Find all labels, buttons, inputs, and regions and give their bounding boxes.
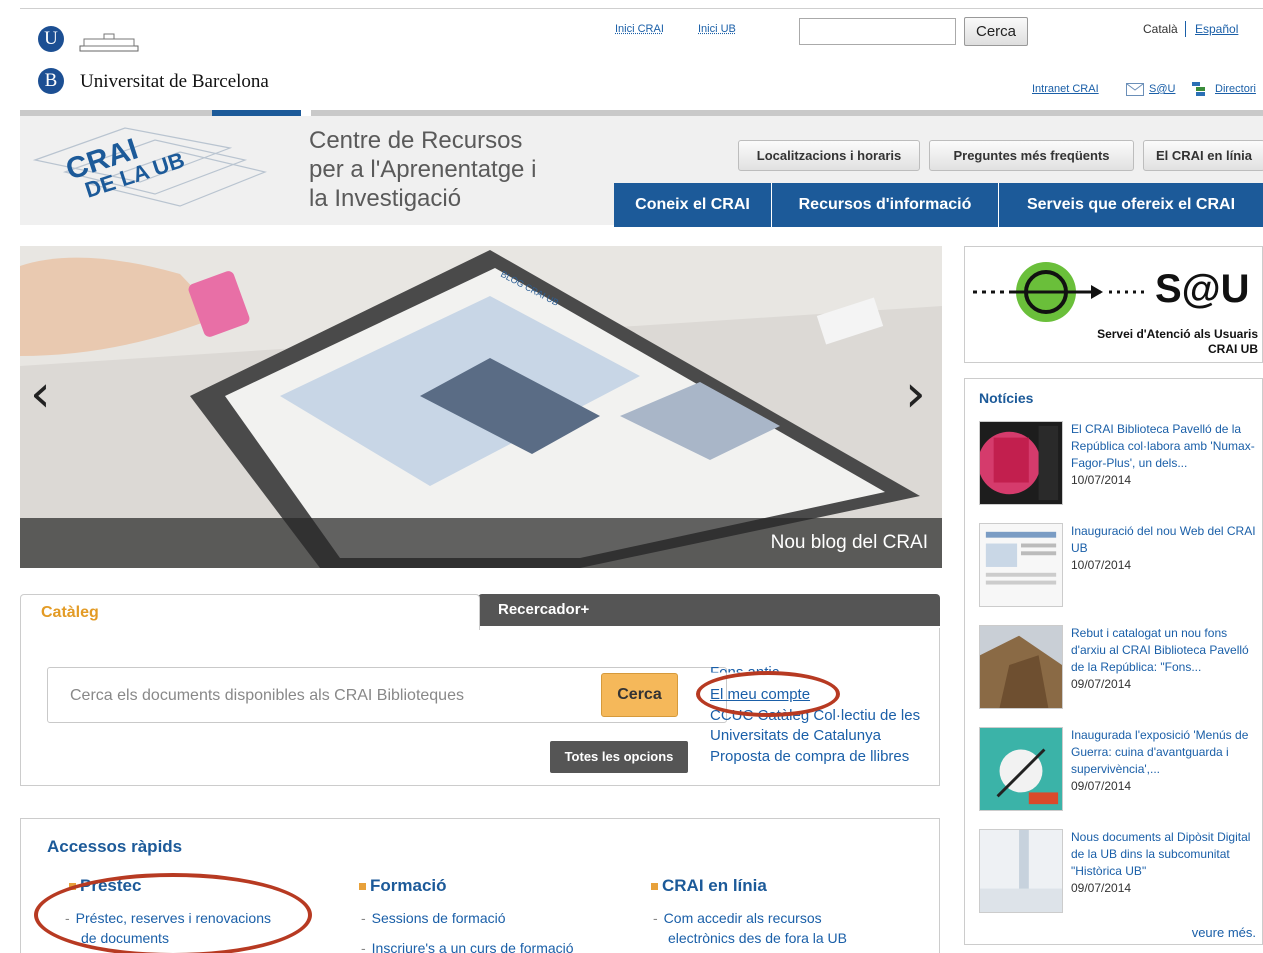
catalog-search-placeholder: Cerca els documents disponibles als CRAI… — [70, 687, 464, 704]
dash-icon: - — [361, 910, 366, 926]
lang-separator — [1185, 21, 1186, 37]
qa-heading-crai-en-linia[interactable]: CRAI en línia — [651, 876, 767, 896]
qa-item-label: Com accedir als recursos — [663, 910, 822, 926]
annotation-oval — [696, 671, 840, 717]
news-date: 10/07/2014 — [1071, 473, 1132, 487]
tab-recercador[interactable]: Recercador+ — [478, 594, 940, 626]
nav-recursos[interactable]: Recursos d'informació — [772, 183, 998, 227]
btn-crai-en-linia[interactable]: El CRAI en línia — [1143, 140, 1263, 171]
news-date: 09/07/2014 — [1071, 677, 1132, 691]
news-thumbnail — [979, 421, 1063, 505]
top-divider — [20, 8, 1263, 9]
news-headline[interactable]: Nous documents al Dipòsit Digital de la … — [1071, 829, 1263, 880]
slider-next-icon[interactable]: › — [905, 364, 926, 424]
nav-serveis[interactable]: Serveis que ofereix el CRAI — [999, 183, 1263, 227]
link-directori[interactable]: Directori — [1215, 83, 1256, 95]
news-date: 09/07/2014 — [1071, 881, 1132, 895]
news-thumbnail — [979, 625, 1063, 709]
tab-cataleg[interactable]: Catàleg — [20, 594, 480, 630]
sau-subtitle-2: CRAI UB — [1208, 342, 1258, 356]
qa-item-recursos-line2[interactable]: electrònics des de fora la UB — [668, 928, 847, 948]
sau-title: S@U — [1155, 267, 1250, 311]
btn-localitzacions[interactable]: Localitzacions i horaris — [738, 140, 920, 171]
crai-title: Centre de Recursos per a l'Aprenentatge … — [309, 126, 536, 213]
ub-initial-u: U — [38, 26, 64, 52]
ub-initial-b: B — [38, 68, 64, 94]
news-headline[interactable]: Inaugurada l'exposició 'Menús de Guerra:… — [1071, 727, 1263, 778]
link-intranet-crai[interactable]: Intranet CRAI — [1032, 83, 1099, 95]
nav-coneix-crai[interactable]: Coneix el CRAI — [614, 183, 771, 227]
qa-item-label: Sessions de formació — [371, 910, 506, 926]
crai-logo[interactable]: CRAI DE LA UB — [30, 120, 270, 216]
crai-title-line3: la Investigació — [309, 185, 462, 212]
qa-heading-formacio[interactable]: Formació — [359, 876, 447, 896]
university-name[interactable]: Universitat de Barcelona — [80, 71, 269, 93]
sau-subtitle: Servei d'Atenció als Usuaris — [1097, 327, 1258, 341]
bullet-square-icon — [359, 883, 366, 891]
news-more-link[interactable]: veure més. — [1192, 925, 1256, 940]
news-panel: Notícies El CRAI Biblioteca Pavelló de l… — [964, 378, 1263, 945]
sau-logo-icon — [973, 262, 1146, 322]
qa-heading-label: Formació — [370, 876, 447, 895]
link-proposta-compra[interactable]: Proposta de compra de llibres — [710, 748, 909, 765]
news-headline[interactable]: Inauguració del nou Web del CRAI UB — [1071, 523, 1263, 557]
news-date: 09/07/2014 — [1071, 779, 1132, 793]
news-date: 10/07/2014 — [1071, 558, 1132, 572]
qa-item-inscriure[interactable]: - Inscriure's a un curs de formació — [361, 938, 574, 953]
btn-preguntes[interactable]: Preguntes més freqüents — [929, 140, 1134, 171]
dash-icon: - — [361, 940, 366, 953]
mail-icon — [1126, 83, 1144, 96]
lang-espanol-link[interactable]: Español — [1195, 22, 1238, 36]
qa-item-label: Inscriure's a un curs de formació — [371, 940, 574, 953]
news-headline[interactable]: El CRAI Biblioteca Pavelló de la Repúbli… — [1071, 421, 1263, 472]
ub-logo-u[interactable]: U — [38, 26, 64, 52]
slider-caption[interactable]: Nou blog del CRAI — [771, 532, 928, 554]
catalog-search-button[interactable]: Cerca — [601, 673, 678, 717]
dash-icon: - — [653, 910, 658, 926]
qa-item-recursos[interactable]: - Com accedir als recursos — [653, 908, 822, 928]
news-thumbnail — [979, 523, 1063, 607]
directory-icon — [1192, 82, 1205, 96]
qa-item-sessions[interactable]: - Sessions de formació — [361, 908, 506, 928]
hero-slider[interactable]: BLOG CRAI UB ‹ › Nou blog del CRAI — [20, 246, 942, 568]
header-search-button[interactable]: Cerca — [964, 17, 1028, 46]
slider-prev-icon[interactable]: ‹ — [30, 364, 51, 424]
sau-banner[interactable]: S@U Servei d'Atenció als Usuaris CRAI UB — [964, 246, 1263, 363]
slider-caption-bar: Nou blog del CRAI — [20, 518, 942, 568]
news-title: Notícies — [979, 390, 1034, 406]
link-inici-ub[interactable]: Inici UB — [698, 23, 736, 35]
quick-access-title: Accessos ràpids — [47, 837, 183, 856]
ub-logo-b[interactable]: B — [38, 68, 64, 94]
all-options-button[interactable]: Totes les opcions — [550, 741, 688, 773]
crai-title-line2: per a l'Aprenentatge i — [309, 156, 537, 183]
link-inici-crai[interactable]: Inici CRAI — [615, 23, 664, 35]
annotation-oval — [34, 873, 312, 953]
qa-heading-label: CRAI en línia — [662, 876, 767, 895]
news-thumbnail — [979, 727, 1063, 811]
news-thumbnail — [979, 829, 1063, 913]
lang-current: Català — [1143, 22, 1178, 36]
building-icon — [79, 33, 139, 52]
link-sau[interactable]: S@U — [1149, 83, 1175, 95]
link-ccuc-line2[interactable]: Universitats de Catalunya — [710, 727, 881, 744]
header-search-input[interactable] — [799, 18, 956, 45]
crai-title-line1: Centre de Recursos — [309, 127, 523, 154]
bullet-square-icon — [651, 883, 658, 891]
news-headline[interactable]: Rebut i catalogat un nou fons d'arxiu al… — [1071, 625, 1263, 676]
